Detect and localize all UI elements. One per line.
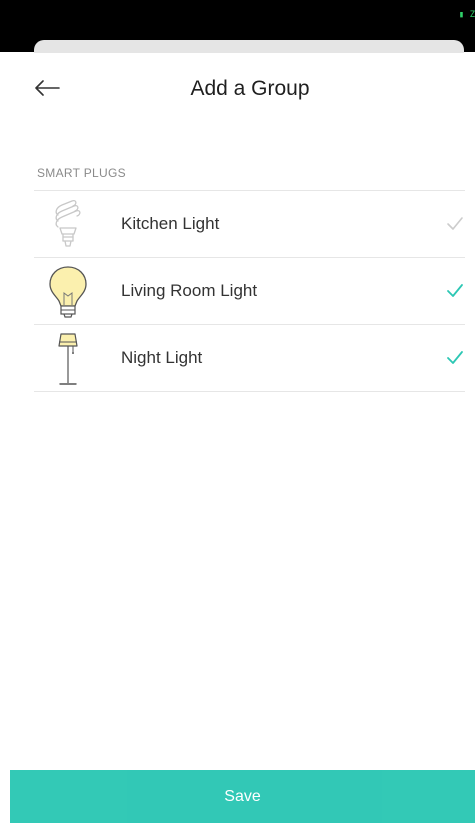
checkmark-icon[interactable]	[445, 215, 465, 233]
header: Add a Group	[10, 53, 475, 123]
device-row-night-light[interactable]: Night Light	[34, 325, 465, 392]
page-title: Add a Group	[190, 77, 310, 100]
device-label: Kitchen Light	[121, 214, 220, 233]
checkmark-icon[interactable]	[445, 282, 465, 300]
floor-lamp-icon	[46, 330, 90, 386]
battery-icon: ▮ Z	[458, 10, 475, 20]
light-bulb-icon	[46, 263, 90, 319]
section-label: SMART PLUGS	[37, 166, 126, 180]
add-group-sheet: Add a Group SMART PLUGS Kitchen Light Li…	[10, 53, 475, 823]
device-row-kitchen-light[interactable]: Kitchen Light	[34, 191, 465, 258]
device-label: Living Room Light	[121, 281, 258, 300]
save-button[interactable]: Save	[10, 770, 475, 823]
device-label: Night Light	[121, 348, 203, 367]
device-row-living-room-light[interactable]: Living Room Light	[34, 258, 465, 325]
device-list: Kitchen Light Living Room Light Night Li…	[34, 190, 465, 392]
cfl-bulb-icon	[46, 196, 90, 252]
checkmark-icon[interactable]	[445, 349, 465, 367]
